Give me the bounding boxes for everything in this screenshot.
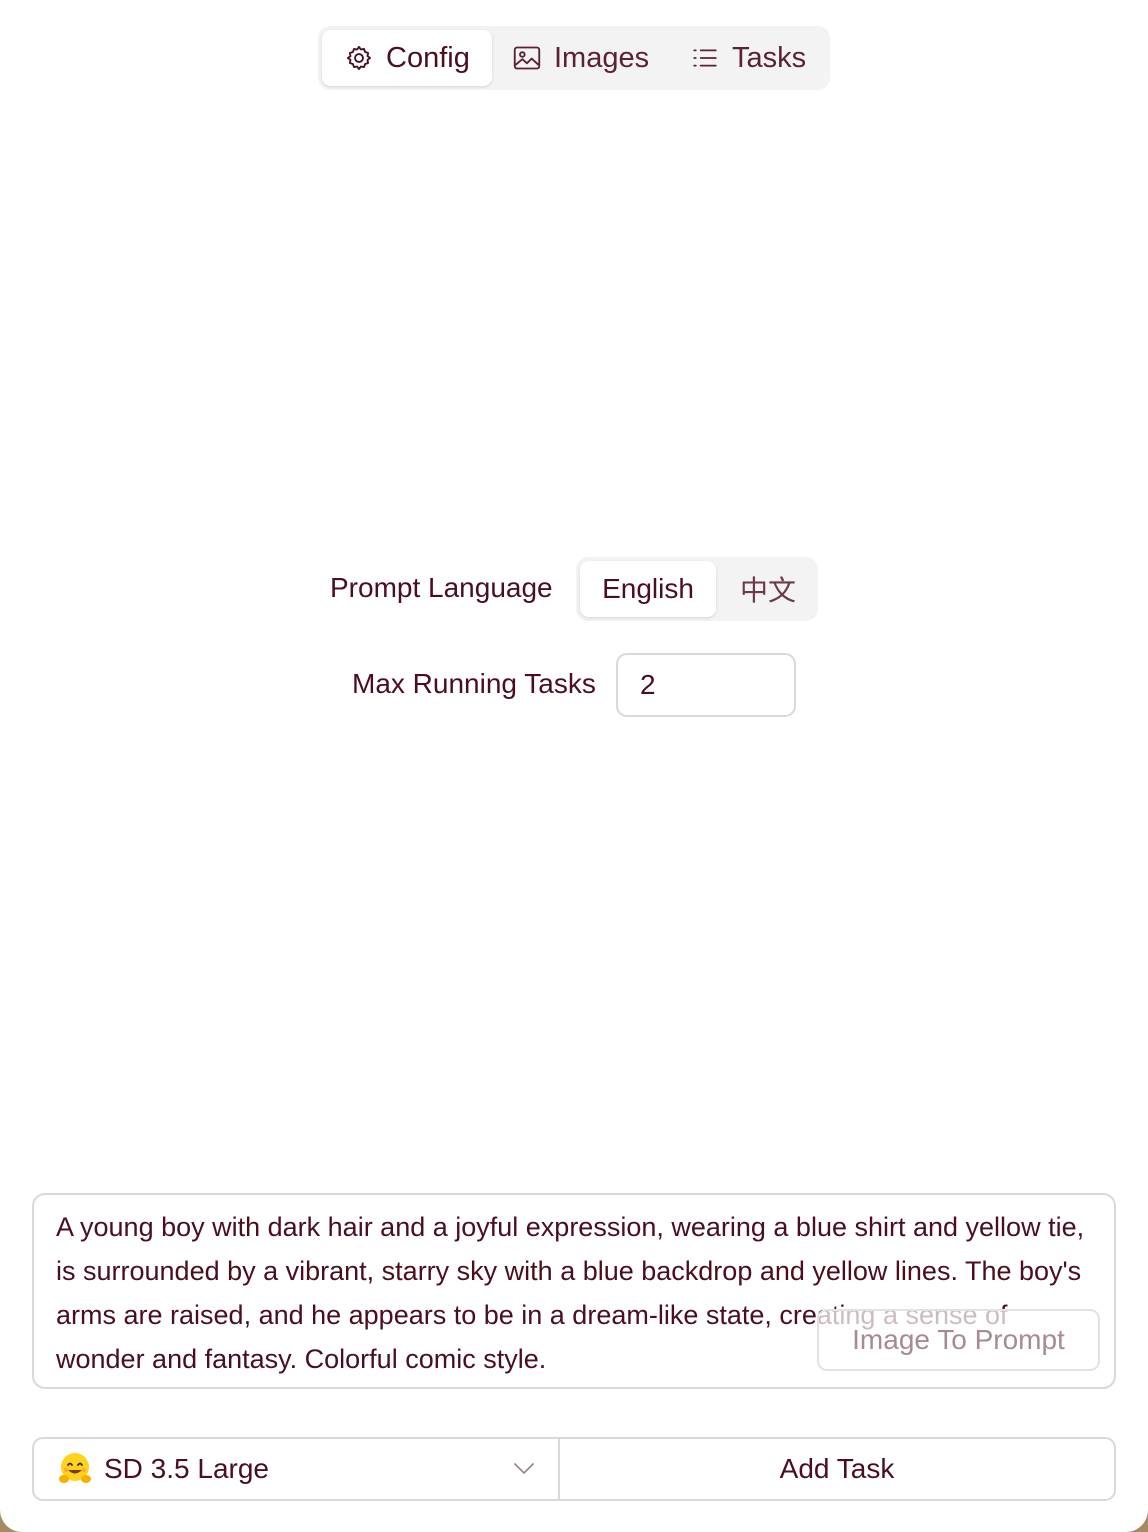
add-task-button[interactable]: Add Task: [560, 1439, 1114, 1499]
gear-icon: [344, 43, 374, 73]
hugging-face-emoji-icon: [56, 1450, 94, 1488]
list-icon: [690, 43, 720, 73]
tab-images-label: Images: [554, 41, 650, 74]
model-select[interactable]: SD 3.5 Large: [34, 1439, 560, 1499]
lang-option-english[interactable]: English: [580, 561, 716, 617]
tab-config[interactable]: Config: [322, 30, 492, 86]
image-to-prompt-button[interactable]: Image To Prompt: [817, 1309, 1100, 1371]
model-select-label: SD 3.5 Large: [104, 1453, 269, 1484]
prompt-language-segmented: English 中文: [576, 557, 818, 621]
max-running-tasks-input[interactable]: [616, 653, 796, 717]
image-icon: [512, 43, 542, 73]
lang-option-chinese[interactable]: 中文: [722, 561, 814, 617]
tab-bar: Config Images Tasks: [318, 26, 830, 90]
max-running-tasks-label: Max Running Tasks: [352, 668, 596, 699]
tab-tasks-label: Tasks: [732, 41, 807, 74]
chevron-down-icon: [512, 1457, 536, 1481]
bottom-bar: SD 3.5 Large Add Task: [32, 1437, 1116, 1501]
app-window: Config Images Tasks Prompt Language Engl…: [0, 0, 1148, 1532]
tab-images[interactable]: Images: [512, 30, 662, 86]
prompt-language-label: Prompt Language: [330, 572, 553, 603]
tab-tasks[interactable]: Tasks: [690, 30, 826, 86]
tab-config-label: Config: [386, 41, 470, 74]
